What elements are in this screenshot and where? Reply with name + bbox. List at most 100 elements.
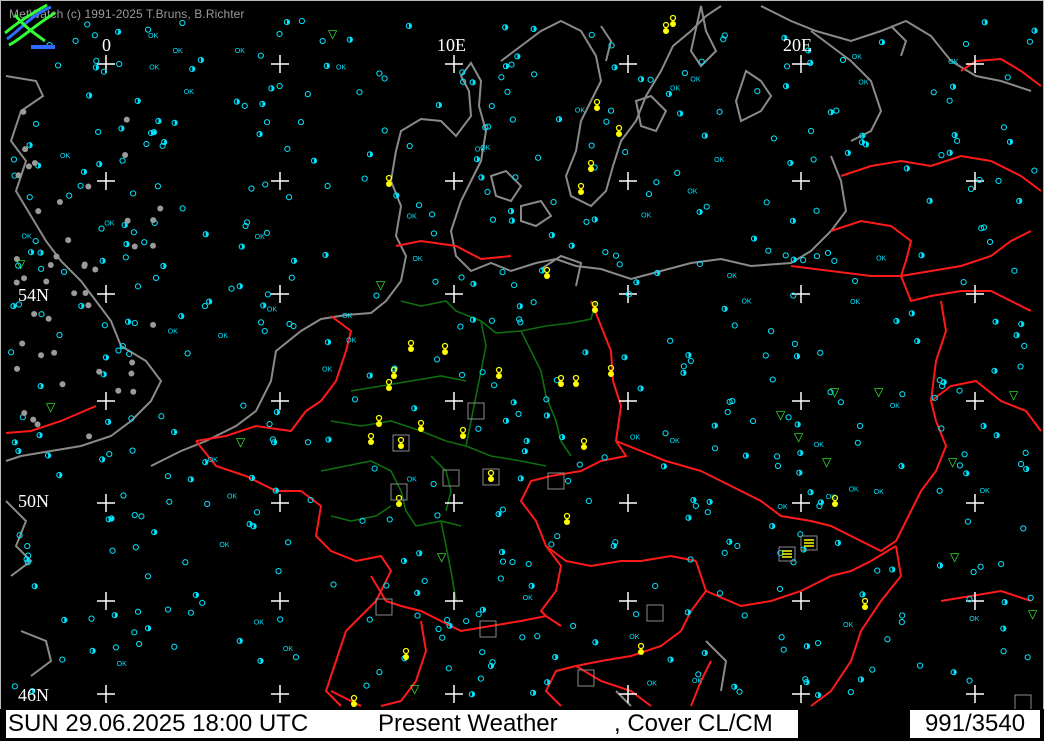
station-marker[interactable] <box>763 199 770 206</box>
station-marker[interactable] <box>298 17 306 25</box>
station-marker[interactable] <box>591 216 598 223</box>
station-marker-grey[interactable] <box>34 421 41 428</box>
station-marker[interactable] <box>238 243 245 250</box>
station-marker[interactable] <box>122 254 129 261</box>
station-marker[interactable] <box>692 502 699 509</box>
station-marker[interactable] <box>179 19 186 27</box>
weather-symbol-bars[interactable] <box>800 535 818 551</box>
station-marker[interactable] <box>960 279 967 286</box>
station-marker[interactable] <box>400 557 408 565</box>
station-marker[interactable] <box>160 262 167 270</box>
station-marker[interactable] <box>11 439 18 446</box>
station-marker[interactable] <box>179 205 186 212</box>
station-marker[interactable] <box>8 349 15 356</box>
station-marker[interactable] <box>602 249 609 256</box>
station-marker[interactable] <box>1022 449 1029 457</box>
station-marker[interactable] <box>499 548 506 556</box>
station-marker[interactable] <box>530 299 537 306</box>
weather-symbol-rain[interactable] <box>395 494 403 508</box>
station-marker[interactable] <box>131 319 138 327</box>
station-marker[interactable] <box>793 353 801 360</box>
station-marker[interactable] <box>171 428 178 436</box>
station-marker[interactable] <box>93 57 100 64</box>
station-marker[interactable] <box>132 544 139 551</box>
station-marker[interactable] <box>827 109 835 116</box>
station-marker[interactable] <box>479 606 487 613</box>
weather-symbol-rain[interactable] <box>441 342 449 356</box>
station-marker-grey[interactable] <box>123 116 130 123</box>
station-marker[interactable] <box>95 128 102 136</box>
station-marker[interactable] <box>833 107 840 114</box>
station-marker[interactable] <box>124 318 132 325</box>
station-marker[interactable] <box>803 643 811 650</box>
station-marker[interactable] <box>428 211 436 218</box>
station-marker[interactable] <box>889 566 896 573</box>
station-marker[interactable] <box>101 322 108 329</box>
station-marker[interactable] <box>386 516 393 523</box>
station-marker[interactable] <box>178 313 185 320</box>
weather-symbol-rain[interactable] <box>662 21 670 35</box>
station-marker[interactable] <box>698 58 705 65</box>
station-marker[interactable] <box>701 649 708 657</box>
station-marker[interactable] <box>469 79 476 86</box>
station-marker[interactable] <box>711 422 718 429</box>
station-marker[interactable] <box>918 252 925 259</box>
station-marker[interactable] <box>166 498 173 505</box>
station-marker[interactable] <box>726 538 733 545</box>
station-marker[interactable] <box>290 257 298 264</box>
station-marker[interactable] <box>346 36 353 43</box>
station-marker[interactable] <box>986 238 994 246</box>
station-marker[interactable] <box>981 19 988 26</box>
station-marker-grey[interactable] <box>150 321 157 328</box>
station-marker[interactable] <box>416 550 423 557</box>
station-marker[interactable] <box>1017 363 1024 370</box>
station-marker[interactable] <box>164 473 171 480</box>
station-marker[interactable] <box>54 62 62 69</box>
station-marker[interactable] <box>946 97 953 104</box>
station-marker-grey[interactable] <box>124 217 131 224</box>
station-marker[interactable] <box>86 92 93 99</box>
station-marker[interactable] <box>770 135 778 142</box>
station-marker[interactable] <box>322 251 329 259</box>
station-marker[interactable] <box>509 559 516 566</box>
station-marker[interactable] <box>89 647 96 654</box>
station-marker[interactable] <box>123 241 130 248</box>
station-marker[interactable] <box>158 413 165 420</box>
station-marker[interactable] <box>824 249 832 257</box>
station-marker[interactable] <box>716 590 724 597</box>
station-marker[interactable] <box>508 61 515 68</box>
station-marker[interactable] <box>785 414 792 421</box>
station-marker-grey[interactable] <box>21 409 28 416</box>
station-marker[interactable] <box>60 268 68 276</box>
station-marker[interactable] <box>262 181 269 188</box>
station-marker[interactable] <box>734 542 741 550</box>
station-marker[interactable] <box>1020 525 1027 532</box>
station-marker[interactable] <box>554 533 561 540</box>
station-marker[interactable] <box>201 302 208 310</box>
station-marker[interactable] <box>991 367 998 374</box>
station-marker[interactable] <box>445 665 452 672</box>
station-marker-grey[interactable] <box>51 349 58 356</box>
station-marker-grey[interactable] <box>85 183 92 190</box>
station-marker-grey[interactable] <box>96 368 103 375</box>
station-marker[interactable] <box>415 202 423 209</box>
station-marker[interactable] <box>780 646 787 653</box>
station-marker[interactable] <box>782 252 789 259</box>
station-marker[interactable] <box>1011 267 1018 274</box>
station-marker[interactable] <box>980 422 987 430</box>
station-marker[interactable] <box>592 639 599 646</box>
station-marker[interactable] <box>283 18 291 26</box>
station-marker[interactable] <box>24 542 31 550</box>
station-marker[interactable] <box>475 611 482 618</box>
station-marker[interactable] <box>684 609 691 616</box>
station-marker[interactable] <box>499 558 507 565</box>
station-marker[interactable] <box>1031 27 1038 34</box>
station-marker[interactable] <box>899 391 906 398</box>
station-marker[interactable] <box>130 190 137 197</box>
station-marker[interactable] <box>523 437 530 444</box>
station-marker[interactable] <box>405 22 413 29</box>
weather-symbol-rain[interactable] <box>637 642 645 656</box>
cloud-symbol[interactable]: ▽ <box>328 27 338 41</box>
station-marker[interactable] <box>246 521 253 528</box>
station-marker[interactable] <box>949 83 957 90</box>
